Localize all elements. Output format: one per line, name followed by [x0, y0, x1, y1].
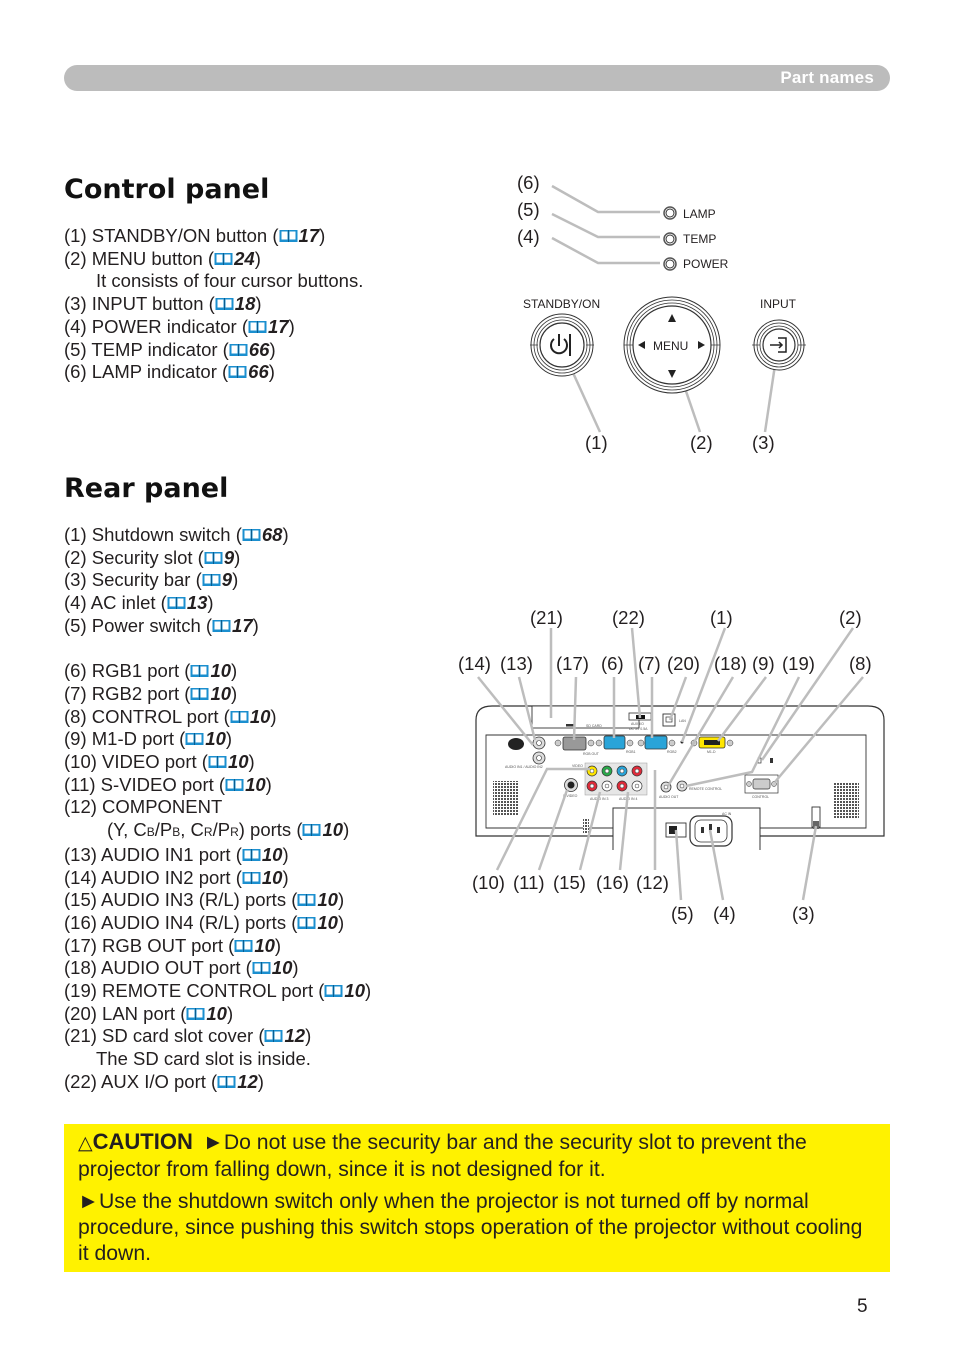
lan-port[interactable] — [662, 713, 676, 727]
caution-text-2: Use the shutdown switch only when the pr… — [78, 1190, 863, 1265]
control-port[interactable] — [744, 774, 779, 794]
callout-4: (4) — [713, 903, 736, 924]
feet-vent — [583, 818, 589, 834]
control-panel-diagram: (6) (5) (4) LAMP TEMP POWER STANDBY/ON M… — [517, 172, 806, 453]
callout-5: (5) — [671, 903, 694, 924]
label-rgb1: RGB1 — [626, 750, 636, 754]
callout-3: (3) — [752, 432, 775, 453]
audio-in3-r-port[interactable] — [586, 780, 598, 792]
callout-3: (3) — [792, 903, 815, 924]
leader-line-temp — [551, 212, 660, 239]
indicator-temp: TEMP — [663, 232, 716, 246]
audio-in2-port[interactable] — [532, 751, 546, 765]
callout-8: (8) — [849, 653, 872, 674]
callout-9: (9) — [752, 653, 775, 674]
label-rgb-out: RGB OUT — [583, 752, 600, 756]
indicator-lamp: LAMP — [663, 206, 716, 221]
input-button[interactable] — [752, 319, 806, 371]
bullet-arrow-icon: ► — [202, 1131, 224, 1154]
callout-10: (10) — [472, 872, 505, 893]
callout-18: (18) — [714, 653, 747, 674]
page-number: 5 — [857, 1296, 868, 1317]
callout-5: (5) — [517, 199, 540, 220]
label-input: INPUT — [760, 297, 797, 311]
callout-1: (1) — [710, 607, 733, 628]
diagrams-svg: (6) (5) (4) LAMP TEMP POWER STANDBY/ON M… — [458, 172, 885, 924]
callout-19: (19) — [782, 653, 815, 674]
callout-4: (4) — [517, 226, 540, 247]
label-m1d: M1-D — [707, 750, 716, 754]
callout-13: (13) — [500, 653, 533, 674]
audio-in4-r-port[interactable] — [616, 780, 628, 792]
label-lan: LAN — [679, 719, 686, 723]
caution-box: △CAUTION ►Do not use the security bar and… — [64, 1124, 890, 1272]
caution-label: △CAUTION — [78, 1129, 193, 1154]
label-temp: TEMP — [683, 232, 716, 246]
audio-in3-l-port[interactable] — [601, 780, 613, 792]
security-bar[interactable] — [811, 806, 821, 829]
label-menu: MENU — [653, 339, 688, 353]
security-slot[interactable] — [770, 758, 773, 763]
label-control: CONTROL — [752, 795, 769, 799]
label-audio-out: AUDIO OUT — [659, 795, 679, 799]
callout-22: (22) — [612, 607, 645, 628]
callout-6: (6) — [517, 172, 540, 193]
video-port[interactable] — [586, 765, 598, 777]
callout-15: (15) — [553, 872, 586, 893]
label-standby-on: STANDBY/ON — [523, 297, 600, 311]
label-rgb2: RGB2 — [667, 750, 677, 754]
callout-2: (2) — [690, 432, 713, 453]
rear-panel-diagram: SD CARD AUX I/O DC 5V 0.5A LAN AUDIO IN1… — [458, 607, 885, 924]
label-audio-in: AUDIO IN1 / AUDIO IN2 — [505, 765, 543, 769]
audio-in4-l-port[interactable] — [631, 780, 643, 792]
label-video: VIDEO — [572, 764, 583, 768]
vent-grille-left — [493, 781, 519, 816]
callout-14: (14) — [458, 653, 491, 674]
callout-6: (6) — [601, 653, 624, 674]
callout-1: (1) — [585, 432, 608, 453]
component-cr-port[interactable] — [631, 765, 643, 777]
caution-paragraph-2: ►Use the shutdown switch only when the p… — [78, 1189, 876, 1267]
s-video-port[interactable] — [564, 778, 578, 792]
menu-button[interactable]: MENU — [623, 296, 721, 394]
label-aux-io: AUX I/O — [631, 722, 644, 726]
callout-21: (21) — [530, 607, 563, 628]
callout-16: (16) — [596, 872, 629, 893]
label-remote-control: REMOTE CONTROL — [689, 787, 722, 791]
leader-line-lamp — [551, 184, 660, 214]
callout-2: (2) — [839, 607, 862, 628]
remote-control-port[interactable] — [676, 780, 688, 792]
power-block — [612, 807, 761, 850]
label-sd-card: SD CARD — [586, 724, 602, 728]
callout-20: (20) — [667, 653, 700, 674]
leader-line-power — [551, 236, 660, 265]
callout-11: (11) — [513, 872, 545, 893]
callout-7: (7) — [638, 653, 661, 674]
bullet-arrow-icon: ► — [78, 1190, 99, 1213]
standby-on-button[interactable] — [530, 313, 594, 377]
component-cb-port[interactable] — [616, 765, 628, 777]
speaker-grille-knob — [508, 738, 524, 750]
component-y-port[interactable] — [601, 765, 613, 777]
caution-paragraph-1: △CAUTION ►Do not use the security bar and… — [78, 1129, 876, 1183]
label-power: POWER — [683, 257, 729, 271]
label-lamp: LAMP — [683, 207, 716, 221]
callout-12: (12) — [636, 872, 669, 893]
leader-3 — [801, 825, 818, 901]
vent-grille-right — [833, 783, 859, 818]
indicator-power: POWER — [663, 257, 729, 271]
warning-triangle-icon: △ — [78, 1133, 93, 1154]
callout-17: (17) — [556, 653, 589, 674]
label-aux-io-spec: DC 5V 0.5A — [629, 727, 648, 731]
